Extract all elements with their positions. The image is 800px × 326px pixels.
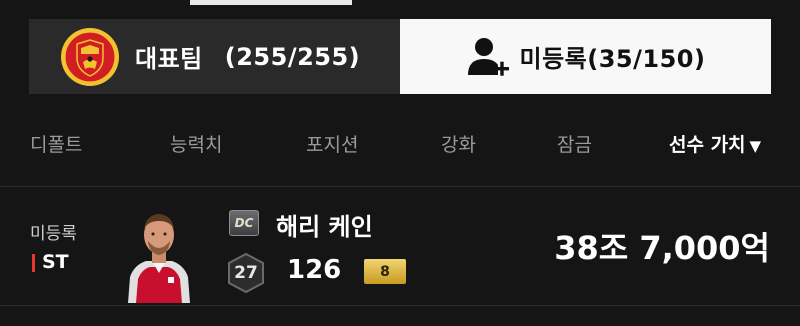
player-grade: 27	[234, 263, 258, 283]
filter-bar: 디폴트 능력치 포지션 강화 잠금 선수 가치 ▼	[0, 130, 800, 170]
season-badge: DC	[229, 210, 259, 236]
top-tab-indicator	[190, 0, 352, 5]
squad-tabs: 대표팀 (255/255) 미등록(35/150)	[29, 19, 771, 94]
player-name: 해리 케인	[276, 213, 373, 241]
tab-team-label: 대표팀	[135, 45, 203, 73]
player-photo	[128, 214, 190, 303]
upgrade-level-badge: 8	[364, 259, 406, 284]
filter-ability[interactable]: 능력치	[170, 130, 222, 157]
filter-player-value[interactable]: 선수 가치 ▼	[669, 130, 761, 157]
tab-representative-team[interactable]: 대표팀 (255/255)	[29, 19, 400, 94]
filter-default[interactable]: 디폴트	[30, 130, 82, 157]
position-color-bar	[32, 254, 35, 272]
caret-down-icon: ▼	[749, 137, 762, 155]
filter-player-value-label: 선수 가치	[669, 134, 746, 156]
player-row[interactable]: 미등록 ST DC 해리 케인 27 126 8 38조 7,000억	[0, 187, 800, 305]
divider-bottom	[0, 305, 800, 306]
filter-position[interactable]: 포지션	[306, 130, 358, 157]
player-position: ST	[42, 251, 69, 273]
tab-unregistered[interactable]: 미등록(35/150)	[400, 19, 771, 94]
player-status: 미등록	[30, 224, 77, 244]
player-value: 38조 7,000억	[554, 229, 770, 267]
filter-enhance[interactable]: 강화	[441, 130, 476, 157]
tab-team-count: (255/255)	[224, 42, 361, 71]
player-rating: 126	[287, 255, 342, 285]
tab-unregistered-label: 미등록(35/150)	[519, 45, 706, 73]
add-person-icon	[467, 37, 509, 76]
manchester-united-crest-icon	[61, 27, 119, 86]
filter-lock[interactable]: 잠금	[557, 130, 592, 157]
